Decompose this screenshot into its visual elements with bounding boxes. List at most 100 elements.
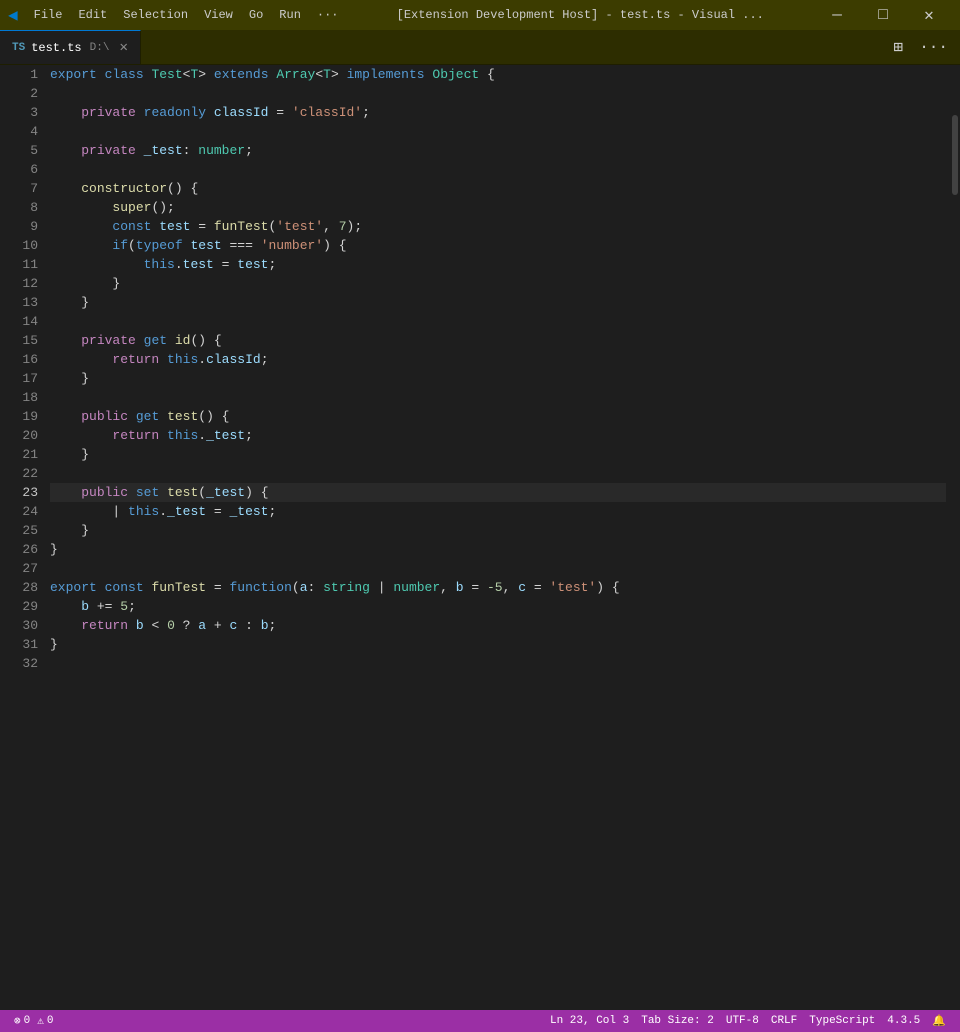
code-line: private get id() { (50, 331, 946, 350)
tab-label: test.ts (31, 41, 81, 55)
code-line (50, 312, 946, 331)
code-line: } (50, 445, 946, 464)
line-number: 11 (0, 255, 38, 274)
notifications-button[interactable]: 🔔 (926, 1014, 952, 1028)
menu-more[interactable]: ··· (309, 4, 347, 26)
typescript-icon: TS (12, 42, 25, 54)
titlebar-menu: File Edit Selection View Go Run ··· (26, 4, 347, 26)
code-line: return this.classId; (50, 350, 946, 369)
line-number: 6 (0, 160, 38, 179)
line-ending[interactable]: CRLF (765, 1015, 803, 1027)
code-line (50, 122, 946, 141)
line-number: 13 (0, 293, 38, 312)
menu-view[interactable]: View (196, 4, 241, 26)
maximize-button[interactable]: □ (860, 0, 906, 30)
line-number: 31 (0, 635, 38, 654)
language-mode[interactable]: TypeScript (803, 1015, 881, 1027)
line-number: 27 (0, 559, 38, 578)
code-line (50, 388, 946, 407)
code-line: const test = funTest('test', 7); (50, 217, 946, 236)
code-editor[interactable]: export class Test<T> extends Array<T> im… (50, 65, 946, 1010)
close-button[interactable]: ✕ (906, 0, 952, 30)
tab-size[interactable]: Tab Size: 2 (635, 1015, 720, 1027)
code-line: private readonly classId = 'classId'; (50, 103, 946, 122)
code-line (50, 84, 946, 103)
code-line (50, 464, 946, 483)
code-line: return b < 0 ? a + c : b; (50, 616, 946, 635)
scrollbar[interactable] (946, 65, 960, 1010)
line-number: 22 (0, 464, 38, 483)
line-number: 4 (0, 122, 38, 141)
line-number: 2 (0, 84, 38, 103)
code-line: } (50, 293, 946, 312)
line-number: 15 (0, 331, 38, 350)
line-number: 1 (0, 65, 38, 84)
tabbar-actions: ⊞ ··· (882, 30, 960, 64)
code-line: } (50, 540, 946, 559)
tab-close-button[interactable]: ✕ (119, 39, 127, 56)
menu-edit[interactable]: Edit (70, 4, 115, 26)
code-line: } (50, 635, 946, 654)
line-number: 5 (0, 141, 38, 160)
tab-path: D:\ (90, 42, 110, 54)
line-number: 19 (0, 407, 38, 426)
error-icon: ⊗ (14, 1014, 21, 1028)
minimize-button[interactable]: — (814, 0, 860, 30)
line-number: 7 (0, 179, 38, 198)
code-line: if(typeof test === 'number') { (50, 236, 946, 255)
line-number: 8 (0, 198, 38, 217)
code-line: super(); (50, 198, 946, 217)
tabbar: TS test.ts D:\ ✕ ⊞ ··· (0, 30, 960, 65)
code-line (50, 559, 946, 578)
line-number: 29 (0, 597, 38, 616)
line-number: 16 (0, 350, 38, 369)
scrollbar-thumb[interactable] (952, 115, 958, 195)
code-line: } (50, 274, 946, 293)
line-number: 23 (0, 483, 38, 502)
error-label: 0 (24, 1015, 31, 1027)
code-line: private _test: number; (50, 141, 946, 160)
vscode-logo-icon: ◀ (8, 5, 18, 25)
cursor-position[interactable]: Ln 23, Col 3 (544, 1015, 635, 1027)
code-line: } (50, 521, 946, 540)
menu-file[interactable]: File (26, 4, 71, 26)
code-line: } (50, 369, 946, 388)
error-count[interactable]: ⊗ 0 ⚠ 0 (8, 1014, 59, 1028)
code-line: b += 5; (50, 597, 946, 616)
line-number: 17 (0, 369, 38, 388)
code-line: public set test(_test) { (50, 483, 946, 502)
line-number: 3 (0, 103, 38, 122)
line-number: 25 (0, 521, 38, 540)
line-number: 10 (0, 236, 38, 255)
tab-test-ts[interactable]: TS test.ts D:\ ✕ (0, 30, 141, 64)
menu-selection[interactable]: Selection (115, 4, 196, 26)
warning-icon: ⚠ (37, 1014, 44, 1028)
code-line: constructor() { (50, 179, 946, 198)
more-actions-button[interactable]: ··· (915, 36, 952, 58)
code-line: public get test() { (50, 407, 946, 426)
line-number: 28 (0, 578, 38, 597)
window-title: [Extension Development Host] - test.ts -… (347, 8, 814, 22)
line-number: 30 (0, 616, 38, 635)
split-editor-button[interactable]: ⊞ (890, 35, 908, 59)
line-number: 26 (0, 540, 38, 559)
menu-run[interactable]: Run (271, 4, 309, 26)
editor: 1234567891011121314151617181920212223242… (0, 65, 960, 1010)
line-number: 14 (0, 312, 38, 331)
line-number: 21 (0, 445, 38, 464)
line-numbers: 1234567891011121314151617181920212223242… (0, 65, 50, 1010)
statusbar: ⊗ 0 ⚠ 0 Ln 23, Col 3 Tab Size: 2 UTF-8 C… (0, 1010, 960, 1032)
encoding[interactable]: UTF-8 (720, 1015, 765, 1027)
menu-go[interactable]: Go (241, 4, 271, 26)
code-line (50, 654, 946, 673)
line-number: 9 (0, 217, 38, 236)
warning-label: 0 (47, 1015, 54, 1027)
line-number: 32 (0, 654, 38, 673)
code-line: export const funTest = function(a: strin… (50, 578, 946, 597)
window-controls: — □ ✕ (814, 0, 952, 30)
code-line: this.test = test; (50, 255, 946, 274)
ts-version[interactable]: 4.3.5 (881, 1015, 926, 1027)
code-line: | this._test = _test; (50, 502, 946, 521)
line-number: 12 (0, 274, 38, 293)
line-number: 24 (0, 502, 38, 521)
